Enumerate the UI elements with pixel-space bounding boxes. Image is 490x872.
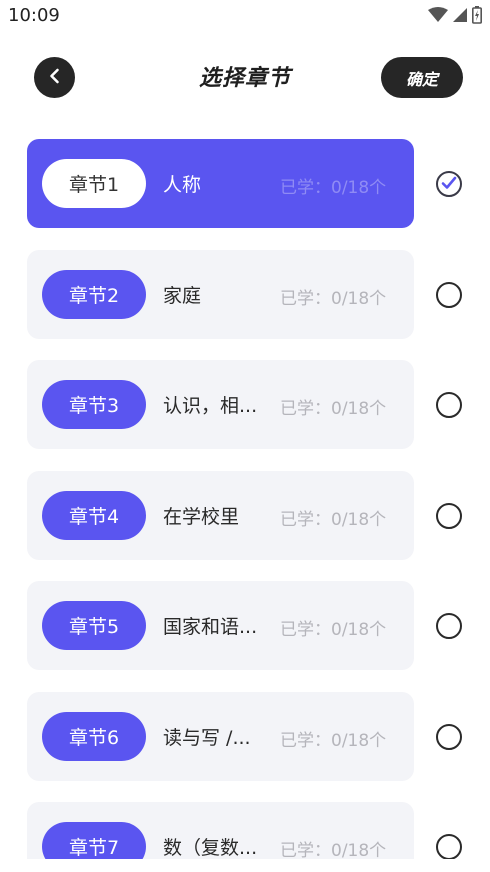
radio-unchecked[interactable]: [436, 281, 462, 308]
radio-unchecked[interactable]: [436, 834, 462, 859]
chapter-progress: 已学：0/18个: [280, 730, 387, 751]
chapter-card[interactable]: 章节3 认识，相... 已学：0/18个: [27, 360, 414, 449]
chapter-select-screen: 10:09 选择章节 确定 章节1 人称 已学：0/18个 章节2 家庭 已学：0/18: [0, 0, 490, 872]
chapter-progress: 已学：0/18个: [280, 841, 387, 859]
checkmark-icon: [441, 175, 457, 194]
chapter-card[interactable]: 章节1 人称 已学：0/18个: [27, 139, 414, 228]
chapter-list: 章节1 人称 已学：0/18个 章节2 家庭 已学：0/18个 章节3 认识，相... 已学：0…: [0, 139, 490, 859]
radio-unchecked[interactable]: [436, 613, 462, 639]
chapter-progress: 已学：0/18个: [280, 178, 387, 198]
chapter-progress: 已学：0/18个: [280, 620, 387, 640]
chapter-name: 在学校里: [163, 505, 240, 528]
chapter-card[interactable]: 章节2 家庭 已学：0/18个: [27, 249, 414, 339]
chapter-name: 数（复数...: [163, 837, 258, 859]
radio-unchecked[interactable]: [436, 723, 462, 750]
chapter-number-pill: 章节1: [42, 159, 146, 208]
chapter-row: 章节5 国家和语... 已学：0/18个: [0, 581, 490, 670]
chapter-number-pill: 章节4: [42, 490, 146, 540]
chapter-number-pill: 章节5: [42, 601, 146, 650]
chapter-name: 家庭: [163, 284, 202, 307]
chapter-progress: 已学：0/18个: [280, 288, 387, 309]
wifi-icon: [428, 7, 448, 27]
chapter-row: 章节2 家庭 已学：0/18个: [0, 249, 490, 339]
chapter-card[interactable]: 章节7 数（复数... 已学：0/18个: [27, 802, 414, 859]
chapter-name: 认识，相...: [163, 395, 258, 417]
status-time: 10:09: [8, 5, 60, 26]
chapter-row: 章节3 认识，相... 已学：0/18个: [0, 360, 490, 449]
chapter-progress: 已学：0/18个: [280, 399, 387, 419]
chapter-row: 章节1 人称 已学：0/18个: [0, 139, 490, 228]
chapter-name: 国家和语...: [163, 616, 258, 638]
chapter-row: 章节6 读与写 /... 已学：0/18个: [0, 691, 490, 781]
chapter-number-pill: 章节3: [42, 380, 146, 429]
chapter-name: 人称: [163, 174, 202, 196]
chapter-card[interactable]: 章节6 读与写 /... 已学：0/18个: [27, 691, 414, 781]
battery-icon: [472, 6, 482, 28]
chapter-number-pill: 章节7: [42, 822, 146, 859]
status-bar: 10:09: [0, 0, 490, 34]
chapter-row: 章节4 在学校里 已学：0/18个: [0, 470, 490, 560]
signal-icon: [452, 7, 468, 27]
radio-unchecked[interactable]: [436, 502, 462, 529]
chapter-progress: 已学：0/18个: [280, 509, 387, 530]
chapter-number-pill: 章节2: [42, 269, 146, 319]
chapter-row: 章节7 数（复数... 已学：0/18个: [0, 802, 490, 859]
chapter-card[interactable]: 章节5 国家和语... 已学：0/18个: [27, 581, 414, 670]
status-icons: [428, 6, 482, 28]
chapter-number-pill: 章节6: [42, 711, 146, 761]
radio-checked[interactable]: [436, 171, 462, 197]
confirm-button[interactable]: 确定: [381, 57, 463, 98]
chapter-card[interactable]: 章节4 在学校里 已学：0/18个: [27, 470, 414, 560]
radio-unchecked[interactable]: [436, 392, 462, 418]
chapter-name: 读与写 /...: [163, 726, 251, 749]
